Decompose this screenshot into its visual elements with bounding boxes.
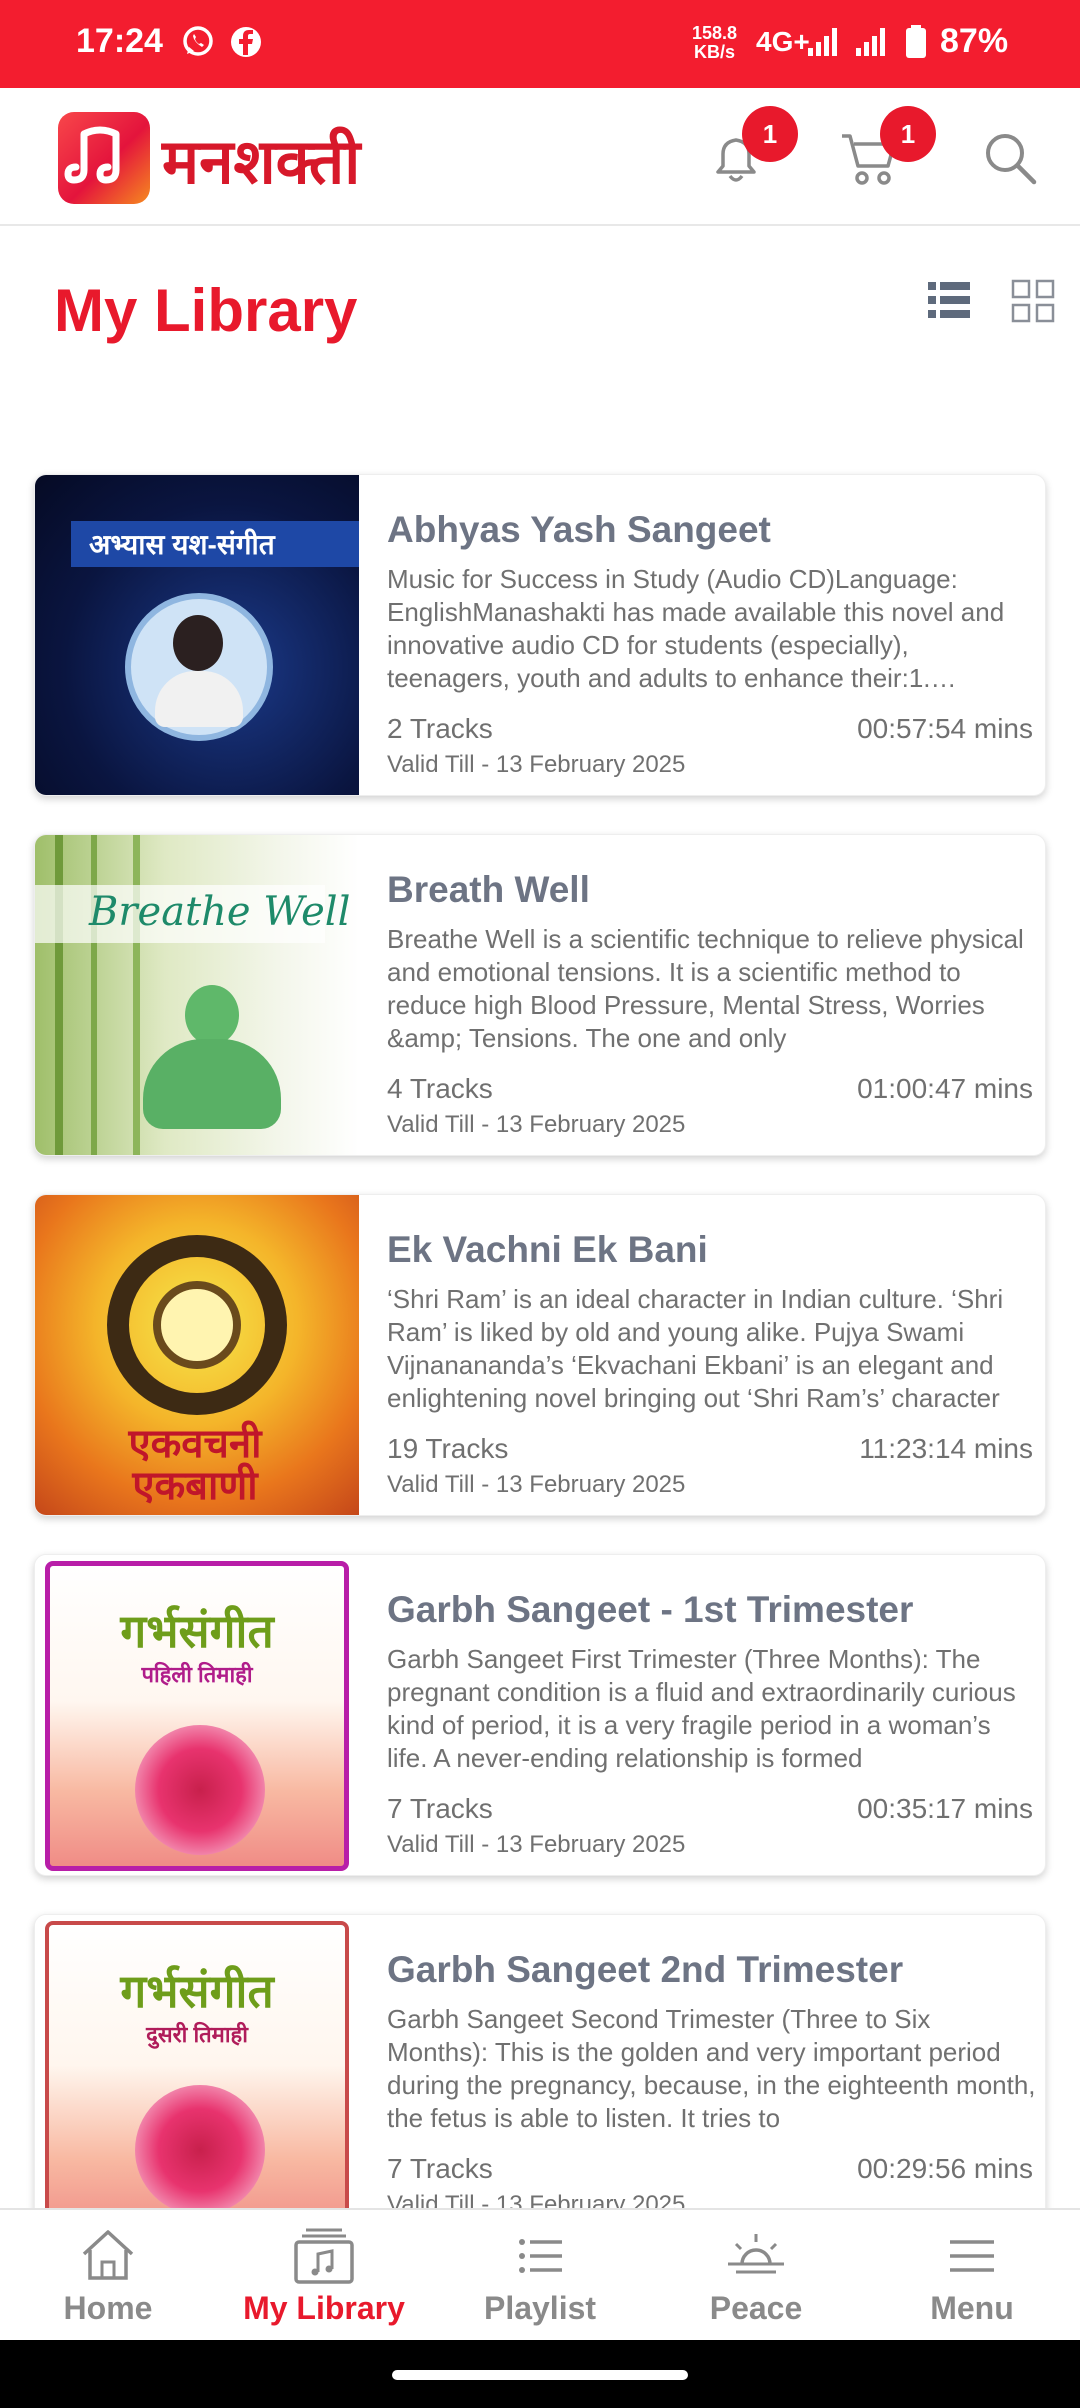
album-art-text: गर्भसंगीत (120, 1965, 274, 2017)
grid-view-icon[interactable] (1010, 278, 1056, 324)
valid-till: Valid Till - 13 February 2025 (387, 1831, 686, 1858)
nav-label: Home (63, 2290, 153, 2326)
track-duration: 00:35:17 mins (857, 1793, 1033, 1824)
library-card[interactable]: अभ्यास यश-संगीत Abhyas Yash Sangeet Musi… (34, 474, 1046, 796)
playlist-icon (519, 2239, 562, 2273)
track-duration: 01:00:47 mins (857, 1073, 1033, 1104)
album-art: एकवचनी एकबाणी (35, 1195, 359, 1515)
track-duration: 00:29:56 mins (857, 2153, 1033, 2184)
signal-icon-2 (856, 28, 885, 56)
notification-badge: 1 (742, 106, 798, 162)
nav-label: My Library (243, 2290, 405, 2326)
track-title: Garbh Sangeet 2nd Trimester (387, 1949, 904, 1990)
track-description: Breathe Well is a scientific technique t… (387, 924, 1024, 1053)
valid-till: Valid Till - 13 February 2025 (387, 1471, 686, 1498)
track-description: Garbh Sangeet First Trimester (Three Mon… (387, 1644, 1016, 1773)
nav-home[interactable]: Home (0, 2210, 216, 2342)
library-card[interactable]: एकवचनी एकबाणी Ek Vachni Ek Bani ‘Shri Ra… (34, 1194, 1046, 1516)
bottom-nav: Home My Library Playlist Peace Menu (0, 2208, 1080, 2340)
home-gesture-handle[interactable] (392, 2370, 688, 2380)
page-title: My Library (54, 277, 358, 344)
app-header: मनशक्ती 1 1 (0, 88, 1080, 226)
album-art-text: एकवचनी एकबाणी (128, 1422, 262, 1508)
library-card[interactable]: गर्भसंगीत पहिली तिमाही Garbh Sangeet - 1… (34, 1554, 1046, 1876)
nav-peace[interactable]: Peace (648, 2210, 864, 2342)
battery-icon (906, 25, 926, 58)
nav-label: Menu (930, 2290, 1014, 2326)
track-title: Abhyas Yash Sangeet (387, 509, 771, 550)
valid-till: Valid Till - 13 February 2025 (387, 1111, 686, 1138)
track-count: 2 Tracks (387, 713, 493, 744)
track-description: Garbh Sangeet Second Trimester (Three to… (387, 2004, 1036, 2133)
album-art-subtitle: पहिली तिमाही (141, 1662, 253, 1687)
system-gesture-bar (0, 2340, 1080, 2408)
nav-my-library[interactable]: My Library (216, 2210, 432, 2342)
album-art-text: अभ्यास यश-संगीत (89, 529, 275, 560)
nav-label: Playlist (483, 2290, 597, 2326)
cart-badge: 1 (880, 106, 936, 162)
valid-till: Valid Till - 13 February 2025 (387, 751, 686, 778)
track-description: ‘Shri Ram’ is an ideal character in Indi… (387, 1284, 1004, 1413)
library-icon (294, 2228, 354, 2284)
track-count: 7 Tracks (387, 2153, 493, 2184)
track-title: Breath Well (387, 869, 590, 910)
track-count: 7 Tracks (387, 1793, 493, 1824)
album-art: Breathe Well (35, 835, 359, 1155)
search-icon[interactable] (978, 126, 1042, 190)
album-art: अभ्यास यश-संगीत (35, 475, 359, 795)
net-speed: 158.8 KB/s (692, 23, 738, 62)
menu-icon (950, 2240, 994, 2272)
track-count: 4 Tracks (387, 1073, 493, 1104)
signal-icon (808, 28, 837, 56)
status-time: 17:24 (76, 22, 163, 60)
nav-playlist[interactable]: Playlist (432, 2210, 648, 2342)
album-art: गर्भसंगीत पहिली तिमाही (35, 1555, 359, 1875)
list-view-icon[interactable] (926, 278, 972, 324)
home-icon (82, 2230, 134, 2280)
track-description: Music for Success in Study (Audio CD)Lan… (387, 564, 1005, 693)
library-card[interactable]: गर्भसंगीत दुसरी तिमाही Garbh Sangeet 2nd… (34, 1914, 1046, 2236)
facebook-icon (231, 27, 261, 57)
library-card[interactable]: Breathe Well Breath Well Breathe Well is… (34, 834, 1046, 1156)
album-art-text: Breathe Well (89, 889, 351, 935)
album-art: गर्भसंगीत दुसरी तिमाही (35, 1915, 359, 2235)
sunrise-icon (728, 2234, 784, 2274)
network-type: 4G+ (756, 26, 810, 57)
battery-percent: 87% (940, 22, 1009, 60)
whatsapp-icon (183, 26, 213, 56)
track-duration: 11:23:14 mins (859, 1433, 1033, 1464)
track-title: Ek Vachni Ek Bani (387, 1229, 708, 1270)
album-art-subtitle: दुसरी तिमाही (146, 2022, 248, 2047)
app-logo-icon[interactable] (58, 112, 150, 204)
track-title: Garbh Sangeet - 1st Trimester (387, 1589, 914, 1630)
album-art-text: गर्भसंगीत (120, 1605, 274, 1657)
nav-label: Peace (709, 2290, 803, 2326)
status-bar: 17:24 158.8 KB/s 4G+ 87% (0, 0, 1080, 88)
track-count: 19 Tracks (387, 1433, 509, 1464)
nav-menu[interactable]: Menu (864, 2210, 1080, 2342)
app-logo-text: मनशक्ती (162, 125, 361, 198)
track-duration: 00:57:54 mins (857, 713, 1033, 744)
